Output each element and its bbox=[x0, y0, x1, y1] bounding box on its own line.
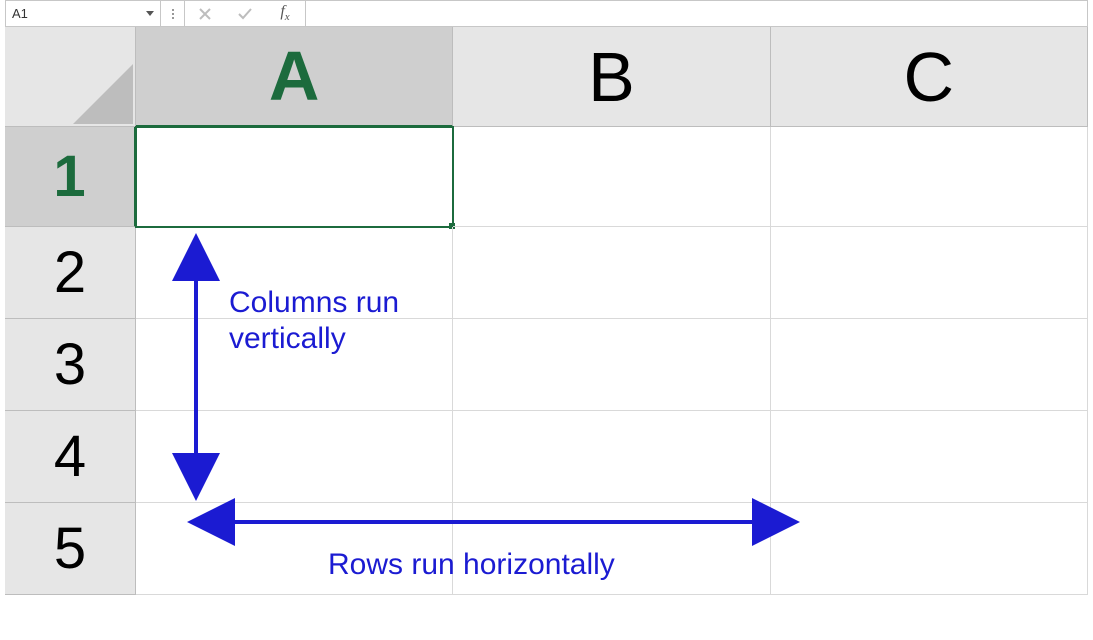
select-all-corner[interactable] bbox=[5, 27, 136, 127]
name-box-resize-handle[interactable] bbox=[161, 1, 185, 26]
chevron-down-icon bbox=[146, 11, 154, 16]
check-icon bbox=[238, 8, 252, 20]
table-row bbox=[136, 127, 1088, 227]
cell-A4[interactable] bbox=[136, 411, 453, 503]
cell-C2[interactable] bbox=[771, 227, 1088, 319]
column-header-A[interactable]: A bbox=[136, 27, 453, 127]
cell-C5[interactable] bbox=[771, 503, 1088, 595]
insert-function-button[interactable]: fx bbox=[265, 1, 305, 26]
column-headers: ABC bbox=[136, 27, 1088, 127]
formula-input[interactable] bbox=[306, 1, 1087, 26]
row-header-2[interactable]: 2 bbox=[5, 227, 136, 319]
spreadsheet-grid: ABC 12345 Columns run vertically Rows ru… bbox=[5, 27, 1088, 640]
row-header-4[interactable]: 4 bbox=[5, 411, 136, 503]
cell-C1[interactable] bbox=[771, 127, 1088, 227]
cell-A5[interactable] bbox=[136, 503, 453, 595]
cancel-button[interactable] bbox=[185, 1, 225, 26]
column-header-C[interactable]: C bbox=[771, 27, 1088, 127]
formula-bar-buttons: fx bbox=[185, 1, 306, 26]
cell-C4[interactable] bbox=[771, 411, 1088, 503]
cell-C3[interactable] bbox=[771, 319, 1088, 411]
table-row bbox=[136, 411, 1088, 503]
cell-B3[interactable] bbox=[453, 319, 770, 411]
name-box[interactable]: A1 bbox=[6, 1, 161, 26]
cell-B4[interactable] bbox=[453, 411, 770, 503]
row-headers: 12345 bbox=[5, 127, 136, 640]
formula-bar: A1 fx bbox=[5, 0, 1088, 27]
cell-area bbox=[136, 127, 1088, 640]
column-header-B[interactable]: B bbox=[453, 27, 770, 127]
cell-A1[interactable] bbox=[136, 127, 453, 227]
fx-icon: fx bbox=[280, 3, 289, 23]
cell-A2[interactable] bbox=[136, 227, 453, 319]
x-icon bbox=[199, 8, 211, 20]
cell-B2[interactable] bbox=[453, 227, 770, 319]
cell-A3[interactable] bbox=[136, 319, 453, 411]
row-header-5[interactable]: 5 bbox=[5, 503, 136, 595]
table-row bbox=[136, 319, 1088, 411]
table-row bbox=[136, 503, 1088, 595]
row-header-3[interactable]: 3 bbox=[5, 319, 136, 411]
enter-button[interactable] bbox=[225, 1, 265, 26]
drag-dots-icon bbox=[172, 9, 174, 19]
cell-B5[interactable] bbox=[453, 503, 770, 595]
name-box-value: A1 bbox=[12, 6, 28, 21]
row-header-1[interactable]: 1 bbox=[5, 127, 136, 227]
table-row bbox=[136, 227, 1088, 319]
cell-B1[interactable] bbox=[453, 127, 770, 227]
select-all-triangle-icon bbox=[73, 64, 133, 124]
